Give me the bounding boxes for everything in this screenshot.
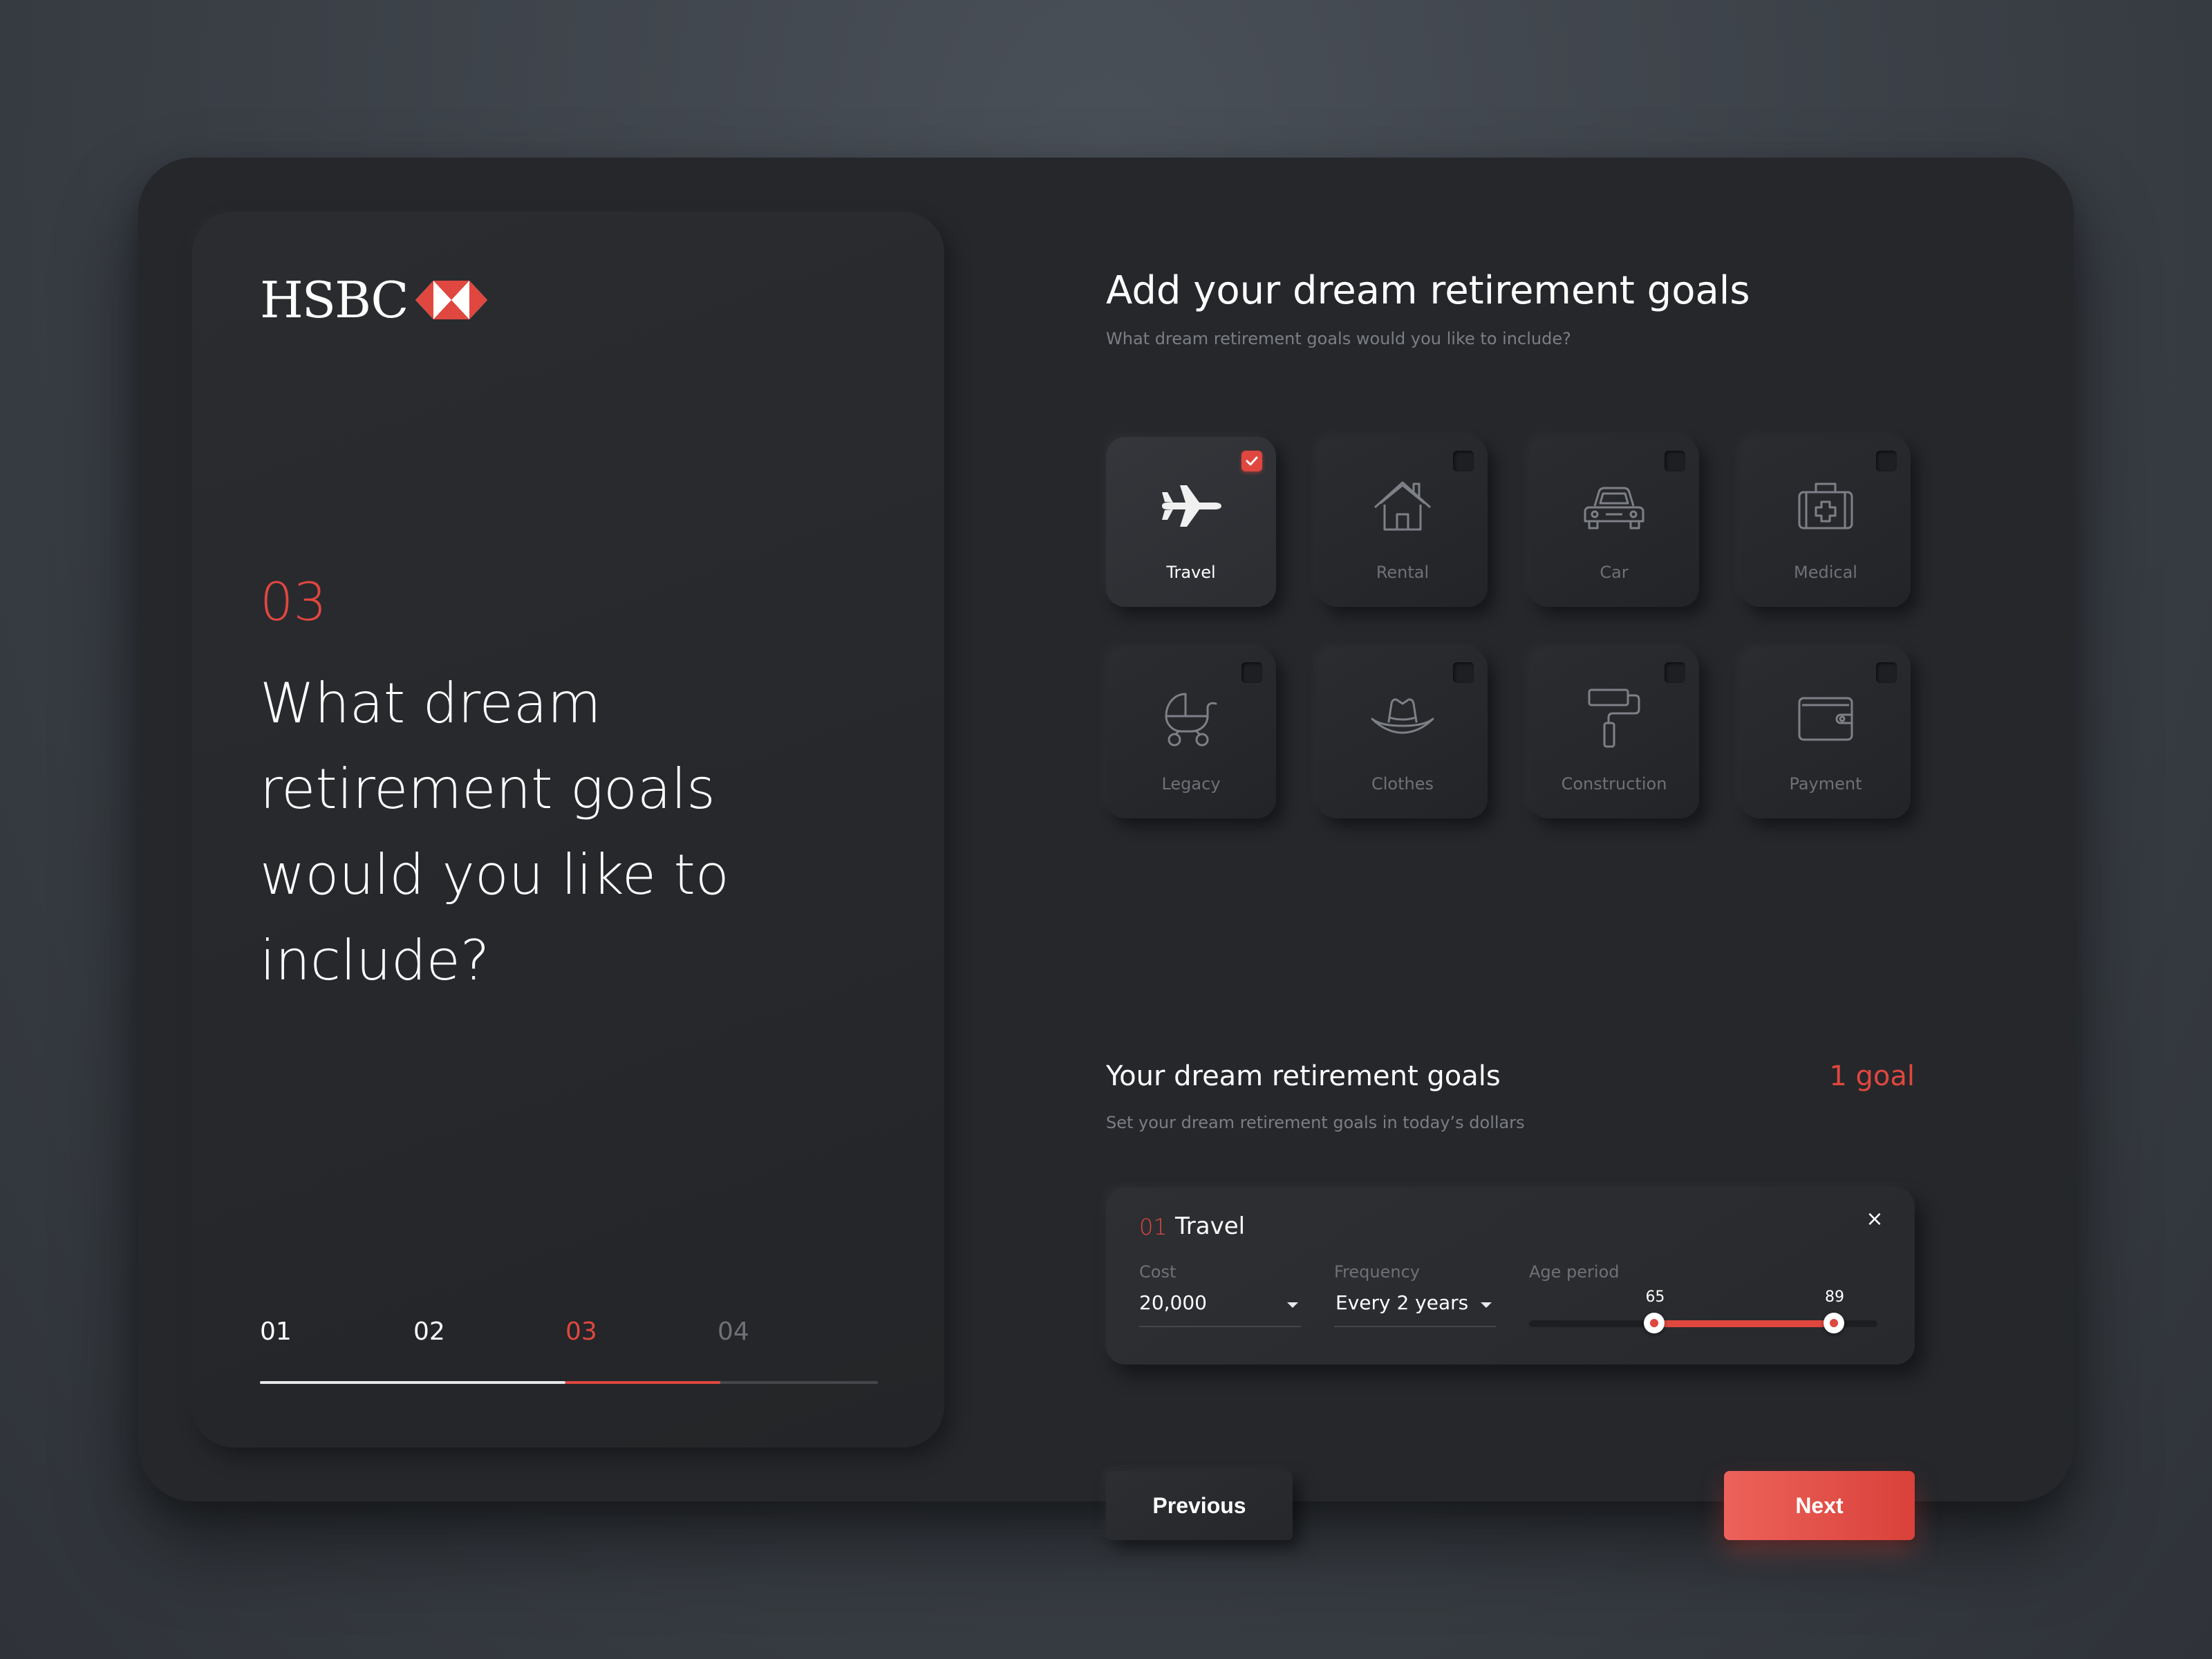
step-02[interactable]: 02 <box>413 1318 445 1346</box>
tile-label: Construction <box>1561 774 1667 794</box>
tile-label: Medical <box>1794 563 1857 582</box>
goal-card-travel: 01 Travel × Cost 20,000 Frequency Every … <box>1106 1188 1915 1365</box>
wallet-icon <box>1798 697 1853 741</box>
tile-checkbox[interactable] <box>1453 662 1474 683</box>
step-03[interactable]: 03 <box>565 1318 597 1346</box>
tile-checkbox[interactable] <box>1665 662 1685 683</box>
goals-count: 1 goal <box>1829 1060 1915 1092</box>
tile-checkbox[interactable] <box>1453 451 1474 471</box>
logo-text: HSBC <box>260 271 409 329</box>
age-end-value: 89 <box>1825 1288 1844 1306</box>
tile-rental[interactable]: Rental <box>1318 437 1488 607</box>
tile-payment[interactable]: Payment <box>1741 648 1911 818</box>
frequency-label: Frequency <box>1334 1262 1420 1282</box>
tile-checkbox[interactable] <box>1876 662 1897 683</box>
frequency-underline <box>1334 1326 1496 1327</box>
chevron-down-icon <box>1287 1302 1298 1308</box>
chevron-down-icon <box>1481 1302 1492 1308</box>
tile-medical[interactable]: Medical <box>1741 437 1911 607</box>
page-title: Add your dream retirement goals <box>1106 268 1750 313</box>
step-01[interactable]: 01 <box>260 1318 292 1346</box>
tile-checkbox[interactable] <box>1241 662 1262 683</box>
goal-index: 01 <box>1139 1214 1168 1240</box>
left-panel: HSBC 03 What dream retirement goals woul… <box>192 212 944 1447</box>
previous-button[interactable]: Previous <box>1106 1471 1293 1540</box>
question-heading: What dream retirement goals would you li… <box>260 671 729 993</box>
tile-label: Payment <box>1789 774 1862 794</box>
tile-legacy[interactable]: Legacy <box>1106 648 1276 818</box>
step-progress: 01 02 03 04 <box>260 1318 878 1384</box>
car-icon <box>1584 487 1644 529</box>
next-button[interactable]: Next <box>1724 1471 1915 1540</box>
page-subtitle: What dream retirement goals would you li… <box>1106 329 1571 348</box>
step-number: 03 <box>260 571 327 632</box>
tile-construction[interactable]: Construction <box>1529 648 1699 818</box>
age-end-handle[interactable] <box>1824 1313 1844 1333</box>
tile-label: Legacy <box>1161 774 1221 794</box>
cost-underline <box>1139 1326 1301 1327</box>
stroller-icon <box>1165 693 1217 747</box>
age-start-value: 65 <box>1645 1288 1665 1306</box>
tile-label: Travel <box>1166 563 1216 582</box>
tile-label: Clothes <box>1371 774 1434 794</box>
airplane-icon <box>1162 485 1221 527</box>
tile-travel[interactable]: Travel <box>1106 437 1276 607</box>
progress-done <box>260 1381 565 1384</box>
main-content: Add your dream retirement goals What dre… <box>1106 158 2005 1540</box>
hsbc-logo: HSBC <box>260 271 488 329</box>
paint-roller-icon <box>1588 688 1640 748</box>
tile-checkbox[interactable] <box>1241 451 1262 471</box>
goal-name: Travel <box>1175 1212 1246 1240</box>
step-04[interactable]: 04 <box>718 1318 749 1346</box>
tile-checkbox[interactable] <box>1876 451 1897 471</box>
check-icon <box>1246 456 1258 466</box>
age-period-label: Age period <box>1529 1262 1620 1282</box>
close-icon[interactable]: × <box>1861 1206 1888 1233</box>
progress-current <box>565 1381 720 1384</box>
tile-clothes[interactable]: Clothes <box>1318 648 1488 818</box>
age-start-handle[interactable] <box>1644 1313 1665 1333</box>
hsbc-hexagon-icon <box>415 281 488 319</box>
age-slider-fill <box>1654 1320 1834 1327</box>
medical-kit-icon <box>1798 482 1853 529</box>
tile-car[interactable]: Car <box>1529 437 1699 607</box>
tile-checkbox[interactable] <box>1665 451 1685 471</box>
house-icon <box>1374 481 1432 531</box>
goals-subtitle: Set your dream retirement goals in today… <box>1106 1113 1525 1132</box>
tile-label: Car <box>1600 563 1629 582</box>
hat-icon <box>1371 698 1434 734</box>
frequency-value: Every 2 years <box>1335 1291 1469 1314</box>
goals-title: Your dream retirement goals <box>1106 1060 1501 1092</box>
cost-value: 20,000 <box>1139 1291 1207 1314</box>
tile-label: Rental <box>1376 563 1430 582</box>
cost-label: Cost <box>1139 1262 1177 1282</box>
app-frame: HSBC 03 What dream retirement goals woul… <box>138 158 2074 1540</box>
